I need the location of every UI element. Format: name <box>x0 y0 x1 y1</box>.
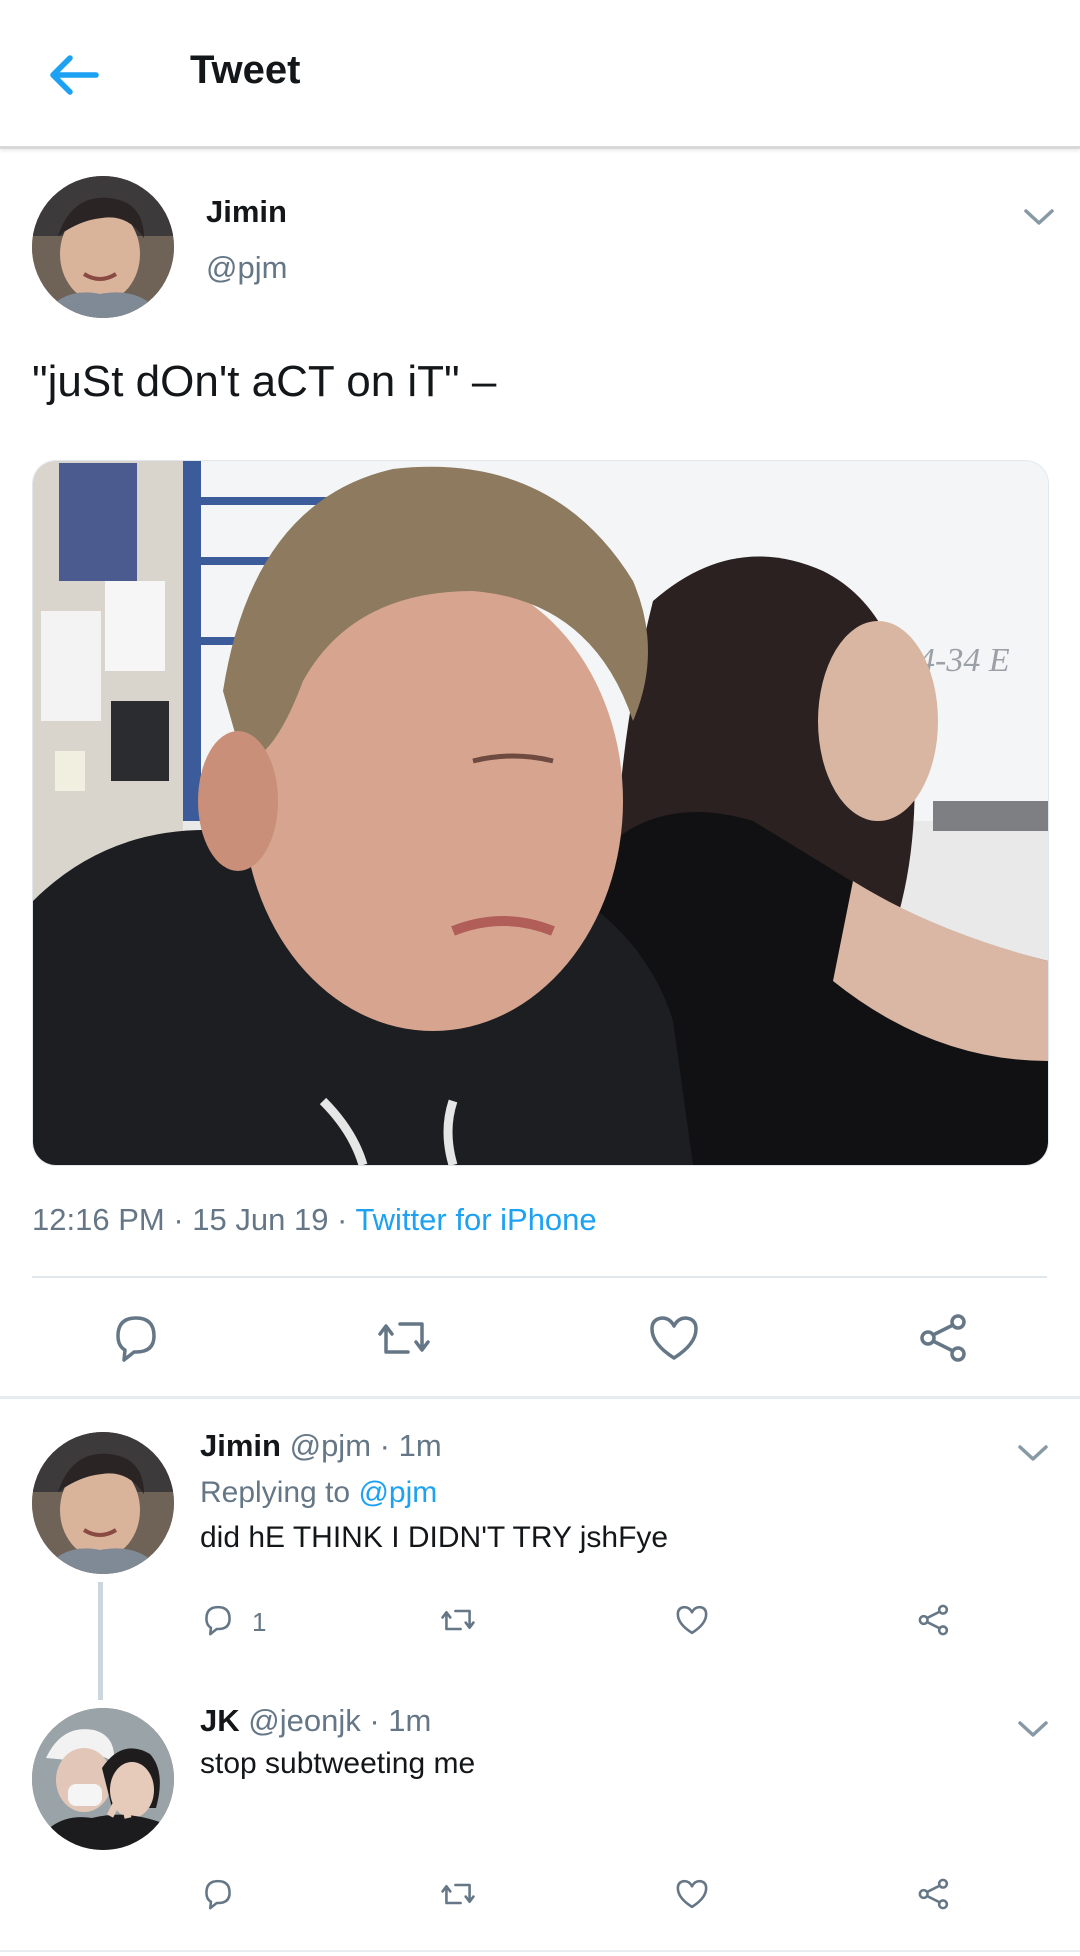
reply-avatar[interactable] <box>32 1432 174 1574</box>
reply-button[interactable] <box>200 1602 236 1638</box>
author-handle[interactable]: @pjm <box>206 250 287 286</box>
reply-author-name[interactable]: Jimin <box>200 1428 281 1463</box>
back-button[interactable] <box>40 40 110 110</box>
meta-separator: · <box>164 1202 193 1237</box>
meta-separator: · <box>360 1703 389 1738</box>
reply-menu-button[interactable] <box>1016 1718 1050 1740</box>
tweet-metadata: 12:16 PM · 15 Jun 19 · Twitter for iPhon… <box>32 1202 597 1238</box>
reply-button[interactable] <box>200 1876 236 1912</box>
divider <box>32 1276 1047 1278</box>
tweet-menu-button[interactable] <box>1022 206 1056 228</box>
meta-separator: · <box>328 1202 356 1237</box>
tweet-date: 15 Jun 19 <box>192 1202 329 1237</box>
reply-text: did hE THINK I DIDN'T TRY jshFye <box>200 1521 669 1554</box>
top-app-bar: Tweet <box>0 0 1080 149</box>
chevron-down-icon <box>1018 1721 1048 1737</box>
reply-age: 1m <box>398 1428 442 1463</box>
meta-separator: · <box>371 1428 399 1463</box>
share-button[interactable] <box>916 1602 952 1638</box>
divider <box>0 1950 1080 1952</box>
tweet-text: "juSt dOn't aCT on iT" – <box>32 357 497 406</box>
replying-to-mention[interactable]: @pjm <box>358 1476 437 1509</box>
reply-icon <box>116 1316 156 1362</box>
tweet-source-link[interactable]: Twitter for iPhone <box>355 1202 596 1237</box>
retweet-icon <box>441 1609 475 1631</box>
tweet-time: 12:16 PM <box>32 1202 165 1237</box>
replying-to-line: Replying to @pjm <box>200 1476 437 1510</box>
page-title: Tweet <box>190 48 301 92</box>
reply-author-name[interactable]: JK <box>200 1703 240 1738</box>
section-divider <box>0 1396 1080 1399</box>
reply-age: 1m <box>388 1703 432 1738</box>
tweet-media-image[interactable]: 4-34 E <box>32 460 1049 1166</box>
retweet-button[interactable] <box>440 1602 476 1638</box>
reply-menu-button[interactable] <box>1016 1442 1050 1464</box>
chevron-down-icon <box>1018 1445 1048 1461</box>
reply-header: Jimin @pjm · 1m <box>200 1428 442 1464</box>
author-avatar[interactable] <box>32 176 174 318</box>
reply-author-handle[interactable]: @jeonjk <box>248 1703 360 1738</box>
like-icon <box>676 1605 708 1635</box>
retweet-button[interactable] <box>376 1310 432 1366</box>
share-icon <box>918 1878 949 1910</box>
share-icon <box>920 1314 966 1362</box>
reply-action-bar <box>0 1876 1080 1916</box>
retweet-icon <box>441 1883 475 1905</box>
like-button[interactable] <box>674 1602 710 1638</box>
reply-icon <box>205 1605 231 1636</box>
retweet-icon <box>378 1322 430 1354</box>
retweet-button[interactable] <box>440 1876 476 1912</box>
reply-button[interactable] <box>108 1310 164 1366</box>
like-icon <box>650 1316 698 1360</box>
share-icon <box>918 1604 949 1636</box>
like-button[interactable] <box>674 1876 710 1912</box>
reply-icon <box>205 1879 231 1910</box>
reply-avatar[interactable] <box>32 1708 174 1850</box>
like-button[interactable] <box>646 1310 702 1366</box>
replying-to-label: Replying to <box>200 1476 359 1509</box>
back-arrow-icon <box>50 55 99 95</box>
reply-text: stop subtweeting me <box>200 1747 476 1780</box>
whiteboard-text: 4-34 E <box>918 642 1010 679</box>
reply-action-bar: 1 <box>0 1600 1080 1640</box>
reply-author-handle[interactable]: @pjm <box>290 1428 371 1463</box>
reply-count: 1 <box>252 1607 267 1637</box>
chevron-down-icon <box>1024 209 1054 225</box>
author-name[interactable]: Jimin <box>206 194 287 230</box>
tweet-action-bar <box>0 1280 1080 1396</box>
share-button[interactable] <box>916 1310 972 1366</box>
share-button[interactable] <box>916 1876 952 1912</box>
like-icon <box>676 1879 708 1909</box>
reply-header: JK @jeonjk · 1m <box>200 1703 431 1739</box>
